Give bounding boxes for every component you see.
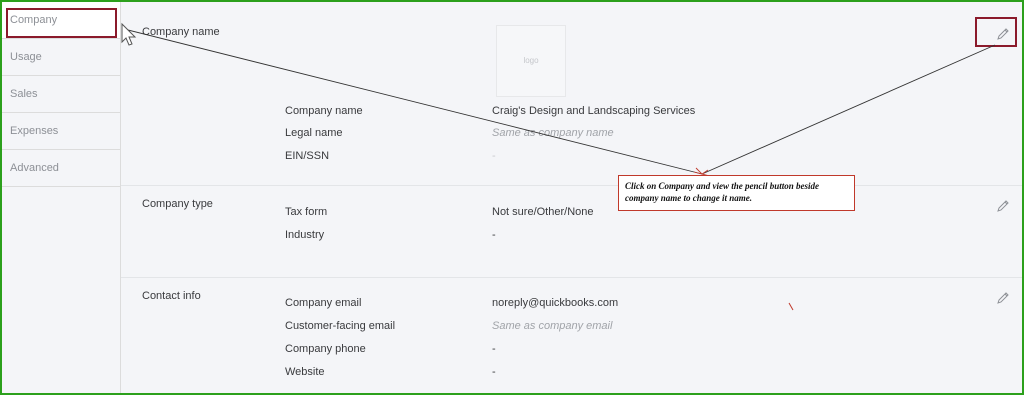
annotation-arrows [121,22,996,311]
instruction-callout: Click on Company and view the pencil but… [618,175,855,211]
mouse-pointer-icon [121,22,137,46]
